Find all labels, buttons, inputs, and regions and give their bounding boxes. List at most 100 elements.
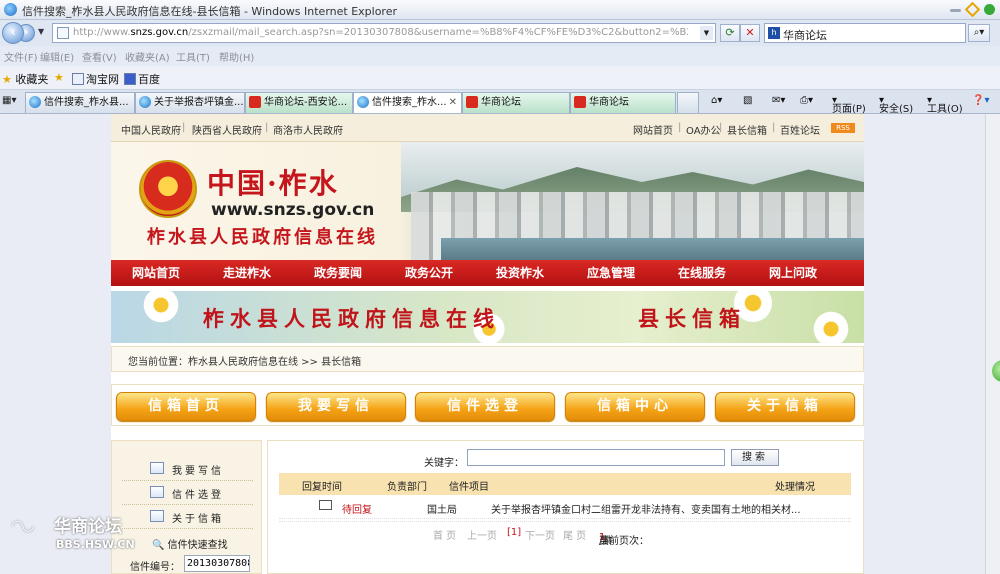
address-dropdown-icon[interactable]: ▼	[700, 26, 713, 40]
refresh-icon[interactable]: ⟳	[720, 24, 740, 42]
watermark-title: 华商论坛	[54, 517, 122, 537]
add-favorite-icon[interactable]: ★	[54, 71, 64, 84]
nav-home[interactable]: 网站首页	[111, 264, 201, 281]
new-tab-button[interactable]	[677, 92, 699, 113]
sidebar-item-write[interactable]: 我要写信	[122, 457, 253, 481]
safety-menu[interactable]: 安全(S) ▾	[879, 95, 913, 115]
tab-bar: ▦▾ 信件搜索_柞水县... 关于举报杏坪镇金... 华商论坛-西安论... 信…	[0, 90, 1000, 115]
keyword-input[interactable]	[467, 449, 725, 466]
minimize-icon[interactable]	[950, 9, 961, 12]
close-icon[interactable]	[984, 4, 995, 15]
tab-3[interactable]: 华商论坛-西安论...	[245, 92, 353, 113]
home-icon[interactable]: ⌂▾	[711, 95, 722, 106]
tab-selected-letters[interactable]: 信件选登	[415, 392, 555, 421]
nav-inquiry[interactable]: 网上问政	[748, 264, 838, 281]
row-subject-link[interactable]: 关于举报杏坪镇金口村二组雷开龙非法持有、变卖国有土地的相关材...	[491, 501, 801, 516]
navigation-bar: › ‹ ▼ http://www.snzs.gov.cn/zsxzmail/ma…	[0, 20, 1000, 46]
restore-icon[interactable]	[964, 1, 981, 18]
close-tab-icon[interactable]: ✕	[449, 93, 457, 112]
url-path: /zsxzmail/mail_search.asp?sn=20130307808…	[188, 27, 688, 38]
nav-investment[interactable]: 投资柞水	[475, 264, 565, 281]
site-banner: 中国·柞水 www.snzs.gov.cn 柞水县人民政府信息在线	[111, 142, 864, 260]
stop-icon[interactable]: ✕	[740, 24, 760, 42]
sidebar-item-label: 信件选登	[172, 490, 224, 501]
address-url[interactable]: http://www.snzs.gov.cn/zsxzmail/mail_sea…	[73, 27, 688, 38]
col-subject: 信件项目	[449, 482, 489, 493]
tab-label: 华商论坛	[481, 97, 521, 108]
ie-icon	[4, 3, 17, 16]
hsw-icon	[249, 96, 261, 108]
table-row[interactable]: 待回复 国土局 关于举报杏坪镇金口村二组雷开龙非法持有、变卖国有土地的相关材..…	[279, 497, 851, 519]
tab-5[interactable]: 华商论坛	[462, 92, 570, 113]
watermark-logo-icon: ◠◡	[12, 518, 34, 534]
page-menu[interactable]: 页面(P) ▾	[832, 95, 866, 115]
tab-about-mailbox[interactable]: 关于信箱	[715, 392, 855, 421]
tab-mailbox-home[interactable]: 信箱首页	[116, 392, 256, 421]
help-icon[interactable]: ❓▾	[972, 95, 989, 106]
mail-icon[interactable]: ✉▾	[772, 95, 785, 106]
nav-news[interactable]: 政务要闻	[293, 264, 383, 281]
search-results-panel: 关键字： 搜索 回复时间 负责部门 信件项目 处理情况 待回复 国土局 关于举报…	[267, 440, 864, 574]
sidebar-item-selected[interactable]: 信件选登	[122, 481, 253, 505]
menu-file[interactable]: 文件(F)	[4, 49, 38, 64]
tab-1[interactable]: 信件搜索_柞水县...	[25, 92, 135, 113]
pager-next[interactable]: 下一页	[525, 527, 555, 542]
link-shangluo-gov[interactable]: 商洛市人民政府	[273, 122, 343, 137]
fav-link-baidu[interactable]: 百度	[124, 71, 160, 87]
nav-services[interactable]: 在线服务	[657, 264, 747, 281]
search-engine-value[interactable]: 华商论坛	[783, 27, 827, 43]
nav-about[interactable]: 走进柞水	[202, 264, 292, 281]
national-emblem-icon	[139, 160, 197, 218]
scroll-thumb[interactable]	[992, 360, 1000, 382]
pager-prev[interactable]: 上一页	[467, 527, 497, 542]
tab-2[interactable]: 关于举报杏坪镇金...	[135, 92, 245, 113]
nav-disclosure[interactable]: 政务公开	[384, 264, 474, 281]
baidu-icon	[124, 73, 136, 85]
print-icon[interactable]: ⎙▾	[800, 95, 813, 106]
letter-number-input[interactable]	[184, 555, 250, 572]
link-oa[interactable]: OA办公	[686, 122, 721, 137]
tab-4-active[interactable]: 信件搜索_柞水... ✕	[353, 92, 462, 113]
search-icon[interactable]: ⌕▾	[968, 24, 990, 42]
nav-emergency[interactable]: 应急管理	[566, 264, 656, 281]
search-engine-icon[interactable]: h	[768, 27, 780, 39]
menu-tools[interactable]: 工具(T)	[176, 49, 210, 64]
back-icon[interactable]: ‹	[2, 22, 24, 44]
banner-title: 中国·柞水	[207, 167, 339, 200]
rss-icon[interactable]: RSS	[831, 123, 855, 133]
fav-link-taobao[interactable]: 淘宝网	[72, 71, 119, 87]
link-forum[interactable]: 百姓论坛	[780, 122, 820, 137]
menu-favorites[interactable]: 收藏夹(A)	[125, 49, 170, 64]
link-shaanxi-gov[interactable]: 陕西省人民政府	[192, 122, 262, 137]
tab-6[interactable]: 华商论坛	[570, 92, 676, 113]
favorites-button[interactable]: ★ 收藏夹	[2, 71, 48, 87]
tab-mailbox-center[interactable]: 信箱中心	[565, 392, 705, 421]
tools-menu[interactable]: 工具(O) ▾	[927, 95, 963, 115]
menu-view[interactable]: 查看(V)	[82, 49, 117, 64]
address-bar[interactable]: http://www.snzs.gov.cn/zsxzmail/mail_sea…	[52, 23, 716, 43]
history-dropdown-icon[interactable]: ▼	[38, 27, 44, 36]
safety-menu-label: 安全(S)	[879, 104, 914, 115]
letter-number-label: 信件编号：	[130, 562, 180, 573]
ie-icon	[357, 96, 369, 108]
page-icon	[72, 73, 84, 85]
menu-help[interactable]: 帮助(H)	[219, 49, 254, 64]
link-central-gov[interactable]: 中国人民政府	[121, 122, 181, 137]
tab-write-letter[interactable]: 我要写信	[266, 392, 406, 421]
menu-edit[interactable]: 编辑(E)	[40, 49, 74, 64]
pager-last[interactable]: 尾 页	[563, 527, 586, 542]
feeds-icon[interactable]: ▧	[743, 95, 752, 106]
link-home[interactable]: 网站首页	[633, 122, 673, 137]
url-prefix: http://www.	[73, 27, 131, 38]
magnifier-icon: 🔍	[152, 540, 165, 551]
page-menu-label: 页面(P)	[832, 104, 866, 115]
vertical-scrollbar[interactable]	[985, 114, 1000, 574]
search-button[interactable]: 搜索	[731, 449, 779, 466]
tools-menu-label: 工具(O)	[927, 104, 963, 115]
pager-first[interactable]: 首 页	[433, 527, 456, 542]
search-box[interactable]: h 华商论坛	[764, 23, 966, 43]
pager-current: [1]	[507, 527, 522, 538]
quick-search-label: 信件快速查找	[167, 540, 228, 551]
link-mailbox[interactable]: 县长信箱	[727, 122, 767, 137]
quick-tabs-icon[interactable]: ▦▾	[2, 95, 16, 106]
